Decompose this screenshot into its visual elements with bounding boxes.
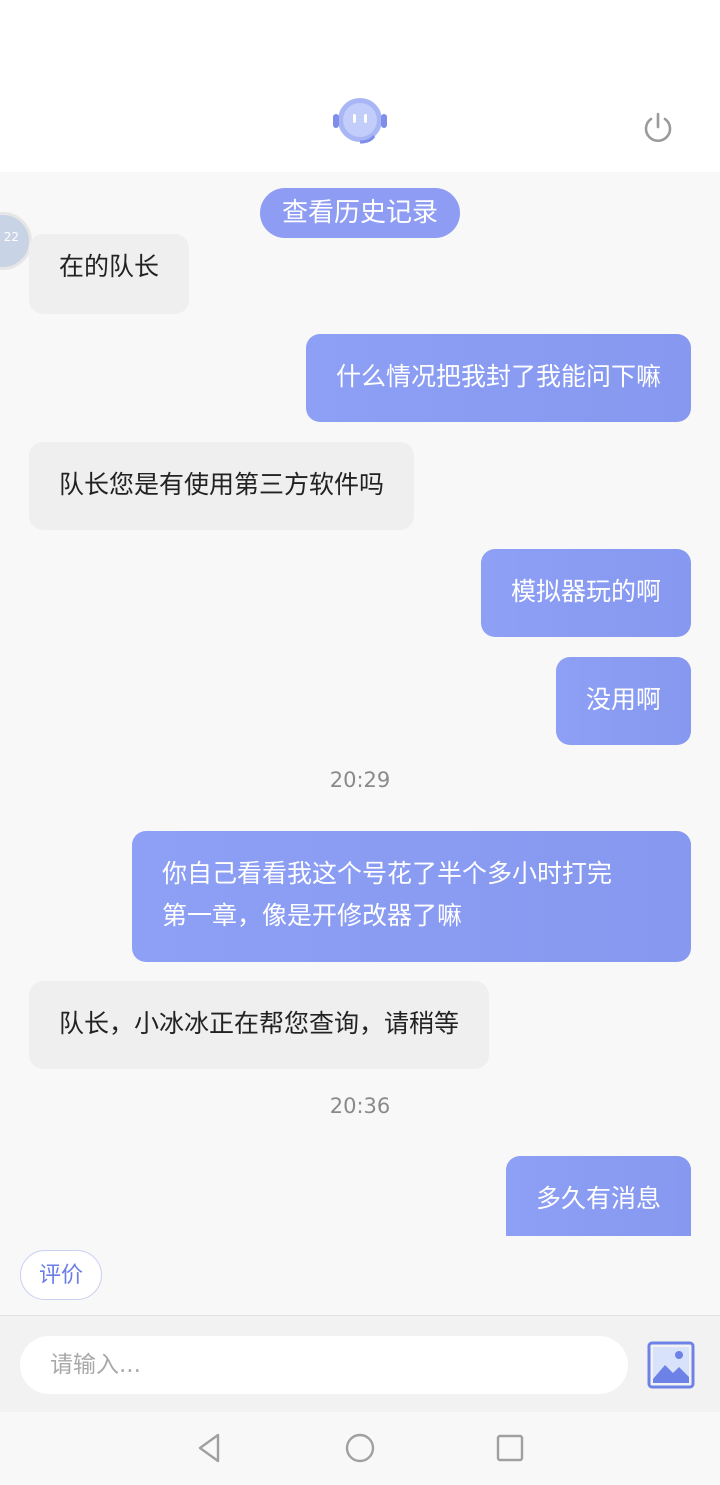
message-text: 模拟器玩的啊: [510, 577, 661, 606]
message-text: 多久有消息: [535, 1184, 661, 1213]
message-bubble-user: 没用啊: [555, 657, 691, 745]
message-bubble-agent: 队长您是有使用第三方软件吗: [29, 442, 415, 530]
agent-avatar: 22: [0, 212, 32, 270]
back-triangle-icon[interactable]: [192, 1430, 228, 1466]
message-text-line: 第一章，像是开修改器了嘛: [162, 901, 463, 930]
message-text: 队长，小冰冰正在帮您查询，请稍等: [59, 1009, 460, 1038]
message-bubble-user: 多久有消息: [505, 1156, 691, 1236]
home-circle-icon[interactable]: [342, 1430, 378, 1466]
message-bubble-agent: 队长，小冰冰正在帮您查询，请稍等: [29, 981, 490, 1069]
power-icon[interactable]: [640, 110, 676, 146]
message-input[interactable]: 请输入...: [20, 1336, 628, 1394]
system-nav-bar: [0, 1412, 720, 1485]
message-text: 没用啊: [585, 685, 661, 714]
timestamp: 20:36: [329, 1094, 391, 1118]
view-history-button[interactable]: 查看历史记录: [260, 188, 460, 238]
message-text: 什么情况把我封了我能问下嘛: [335, 362, 661, 391]
chat-header: [0, 0, 720, 172]
message-bubble-agent: 在的队长: [29, 234, 190, 314]
message-bubble-user: 什么情况把我封了我能问下嘛: [305, 334, 691, 422]
message-bubble-user: 你自己看看我这个号花了半个多小时打完 第一章，像是开修改器了嘛: [132, 831, 691, 962]
message-bubble-user: 模拟器玩的啊: [480, 549, 691, 637]
timestamp: 20:29: [329, 768, 391, 792]
rate-button[interactable]: 评价: [20, 1250, 102, 1300]
recents-square-icon[interactable]: [492, 1430, 528, 1466]
image-icon[interactable]: [647, 1341, 695, 1389]
message-text-line: 你自己看看我这个号花了半个多小时打完: [162, 859, 613, 888]
composer-bar: 请输入...: [0, 1315, 720, 1413]
message-text: 在的队长: [59, 252, 160, 281]
input-placeholder: 请输入...: [50, 1352, 141, 1378]
robot-headset-icon: [333, 98, 387, 144]
message-text: 队长您是有使用第三方软件吗: [59, 470, 385, 499]
